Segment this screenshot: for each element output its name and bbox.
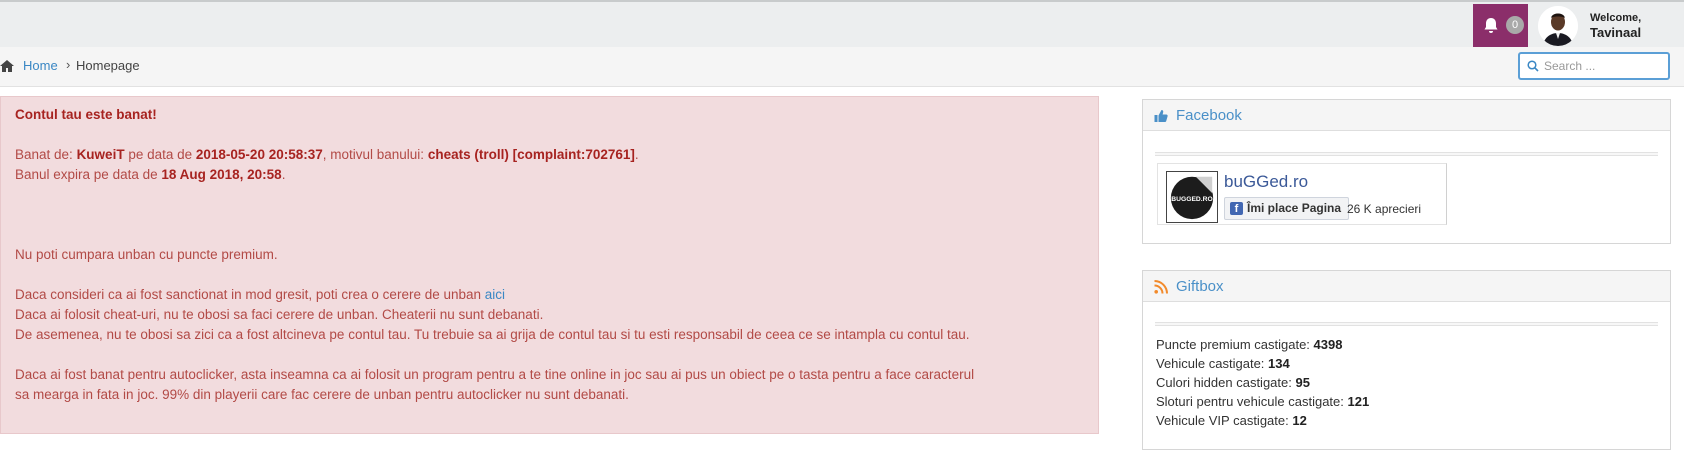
thumbs-up-icon xyxy=(1154,110,1168,122)
stat-value: 95 xyxy=(1295,375,1310,390)
premium-note: Nu poti cumpara unban cu puncte premium. xyxy=(15,247,278,262)
breadcrumb-home-link[interactable]: Home xyxy=(23,58,58,73)
appeal-link[interactable]: aici xyxy=(485,287,505,302)
ban-reason-label: , motivul banului: xyxy=(322,147,428,162)
ban-date-label: pe data de xyxy=(124,147,196,162)
stat-label: Puncte premium castigate: xyxy=(1156,337,1314,352)
divider xyxy=(1155,322,1658,326)
rss-icon xyxy=(1154,280,1168,294)
facebook-panel: Facebook BUGGED.RO buGGed.ro f Îmi place… xyxy=(1142,99,1671,244)
ban-reason-suffix: . xyxy=(634,147,639,162)
ban-expiry-label: Banul expira pe data de xyxy=(15,167,162,182)
facebook-panel-title: Facebook xyxy=(1176,107,1242,124)
account-note: De asemenea, nu te obosi sa zici ca a fo… xyxy=(15,327,970,342)
giftbox-stat-hidden-colors: Culori hidden castigate: 95 xyxy=(1156,375,1310,390)
top-bar: 0 Welcome, Tavinaal xyxy=(0,0,1684,49)
giftbox-panel-title: Giftbox xyxy=(1176,278,1224,295)
facebook-like-label: Îmi place Pagina xyxy=(1247,201,1342,215)
facebook-page-name[interactable]: buGGed.ro xyxy=(1224,172,1308,192)
stat-value: 134 xyxy=(1268,356,1290,371)
appeal-text: Daca consideri ca ai fost sanctionat in … xyxy=(15,287,485,302)
bugged-logo-text: BUGGED.RO xyxy=(1171,196,1212,203)
avatar[interactable] xyxy=(1538,6,1578,46)
facebook-page-widget[interactable]: BUGGED.RO buGGed.ro f Îmi place Pagina 2… xyxy=(1157,163,1447,225)
user-avatar-image xyxy=(1538,6,1578,46)
ban-alert-title: Contul tau este banat! xyxy=(15,107,157,122)
appeal-line: Daca consideri ca ai fost sanctionat in … xyxy=(15,287,505,302)
banned-by-admin: KuweiT xyxy=(76,147,125,162)
facebook-likes-count: 26 K aprecieri xyxy=(1347,202,1422,216)
bugged-logo[interactable]: BUGGED.RO xyxy=(1166,171,1218,223)
bell-icon xyxy=(1484,18,1498,33)
ban-expiry-date: 18 Aug 2018, 20:58 xyxy=(161,167,282,182)
username[interactable]: Tavinaal xyxy=(1590,25,1641,40)
stat-label: Culori hidden castigate: xyxy=(1156,375,1296,390)
stat-value: 4398 xyxy=(1313,337,1343,352)
giftbox-stat-vehicles: Vehicule castigate: 134 xyxy=(1156,356,1290,371)
banned-by-label: Banat de: xyxy=(15,147,77,162)
autoclicker-note-line1: Daca ai fost banat pentru autoclicker, a… xyxy=(15,367,975,382)
giftbox-panel-header: Giftbox xyxy=(1143,271,1670,302)
search-icon xyxy=(1527,60,1539,72)
notification-count-badge: 0 xyxy=(1506,16,1524,34)
facebook-icon: f xyxy=(1230,202,1243,215)
breadcrumb-current: Homepage xyxy=(76,58,140,73)
giftbox-panel: Giftbox Puncte premium castigate: 4398 V… xyxy=(1142,270,1671,450)
welcome-label: Welcome, xyxy=(1590,12,1642,24)
home-icon xyxy=(0,60,14,72)
facebook-panel-header: Facebook xyxy=(1143,100,1670,131)
ban-expiry-suffix: . xyxy=(281,167,286,182)
stat-label: Vehicule castigate: xyxy=(1156,356,1269,371)
giftbox-stat-vehicle-slots: Sloturi pentru vehicule castigate: 121 xyxy=(1156,394,1369,409)
ban-alert: Contul tau este banat! Banat de: KuweiT … xyxy=(0,96,1099,434)
ban-expiry-line: Banul expira pe data de 18 Aug 2018, 20:… xyxy=(15,167,285,182)
breadcrumb-separator: › xyxy=(66,57,71,72)
stat-value: 12 xyxy=(1292,413,1307,428)
ban-details-line: Banat de: KuweiT pe data de 2018-05-20 2… xyxy=(15,147,639,162)
search-input[interactable] xyxy=(1544,57,1664,75)
notifications-button[interactable]: 0 xyxy=(1473,4,1528,49)
ban-date: 2018-05-20 20:58:37 xyxy=(195,147,323,162)
bugged-logo-image: BUGGED.RO xyxy=(1170,176,1214,220)
facebook-like-button[interactable]: f Îmi place Pagina xyxy=(1224,197,1350,220)
giftbox-stat-premium: Puncte premium castigate: 4398 xyxy=(1156,337,1342,352)
stat-value: 121 xyxy=(1347,394,1370,409)
giftbox-stat-vip-vehicles: Vehicule VIP castigate: 12 xyxy=(1156,413,1307,428)
autoclicker-note-line2: sa mearga in fata in joc. 99% din player… xyxy=(15,387,629,402)
stat-label: Sloturi pentru vehicule castigate: xyxy=(1156,394,1348,409)
divider xyxy=(1155,152,1658,156)
stat-label: Vehicule VIP castigate: xyxy=(1156,413,1293,428)
cheats-note: Daca ai folosit cheat-uri, nu te obosi s… xyxy=(15,307,544,322)
search-box[interactable] xyxy=(1518,52,1670,80)
breadcrumb: Home › Homepage xyxy=(0,47,1684,87)
ban-reason: cheats (troll) [complaint:702761] xyxy=(427,147,635,162)
